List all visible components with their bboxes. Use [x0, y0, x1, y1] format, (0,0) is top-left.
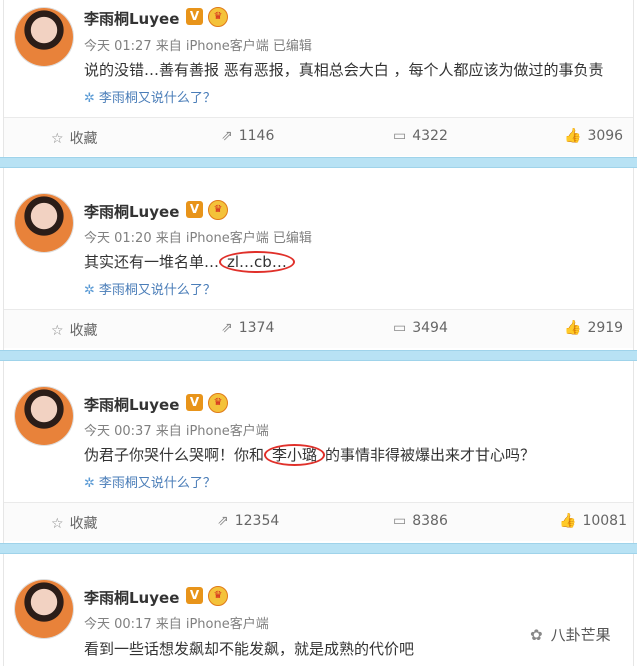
- thumbs-up-icon: 👍: [564, 320, 582, 336]
- like-button[interactable]: 👍 10081: [559, 513, 627, 529]
- post-meta: 今天 01:20 来自 iPhone客户端 已编辑: [84, 231, 312, 246]
- post-meta: 今天 00:37 来自 iPhone客户端: [84, 424, 269, 439]
- comment-button[interactable]: ▭ 8386: [393, 513, 448, 529]
- post-text-before: 看到一些话想发飙却不能发飙，就是成熟的代价吧: [84, 640, 415, 658]
- sparkle-icon: ✲: [84, 476, 95, 491]
- repost-button[interactable]: ⇗ 1374: [221, 320, 274, 336]
- comment-count: 4322: [412, 128, 448, 144]
- verified-badge-icon: V: [186, 8, 203, 25]
- comment-count: 8386: [412, 513, 448, 529]
- post-text: 其实还有一堆名单… zl…cb…: [84, 251, 295, 273]
- favorite-button[interactable]: ☆ 收藏: [51, 320, 98, 340]
- author-name[interactable]: 李雨桐Luyee: [84, 394, 179, 415]
- repost-count: 1374: [238, 320, 275, 336]
- action-bar: ☆ 收藏 ⇗ 1146 ▭ 4322 👍 3096: [4, 117, 633, 156]
- highlight-circle: 李小璐: [264, 444, 326, 466]
- more-link[interactable]: ✲ 李雨桐又说什么了？: [84, 279, 216, 298]
- post-meta: 今天 01:27 来自 iPhone客户端 已编辑: [84, 39, 312, 54]
- separator: [0, 543, 637, 554]
- watermark: ✿ 八卦芒果: [530, 624, 611, 645]
- repost-button[interactable]: ⇗ 12354: [217, 513, 279, 529]
- repost-count: 1146: [238, 128, 275, 144]
- avatar[interactable]: [15, 387, 73, 445]
- thumbs-up-icon: 👍: [559, 513, 577, 529]
- post-card: 李雨桐Luyee V ♛ 今天 01:27 来自 iPhone客户端 已编辑 说…: [3, 0, 634, 158]
- post-text-after: 的事情非得被爆出来才甘心吗？: [325, 446, 536, 464]
- highlight-circle: zl…cb…: [219, 251, 295, 273]
- more-link-label: 李雨桐又说什么了？: [98, 283, 216, 298]
- repost-button[interactable]: ⇗ 1146: [221, 128, 274, 144]
- more-link-label: 李雨桐又说什么了？: [98, 476, 216, 491]
- action-bar: ☆ 收藏 ⇗ 1374 ▭ 3494 👍 2919: [4, 309, 633, 348]
- favorite-label: 收藏: [69, 131, 98, 147]
- post-text: 伪君子你哭什么哭啊！你和 李小璐 的事情非得被爆出来才甘心吗？: [84, 444, 535, 466]
- crown-icon: ♛: [208, 393, 228, 413]
- author-name[interactable]: 李雨桐Luyee: [84, 587, 179, 608]
- avatar[interactable]: [15, 8, 73, 66]
- thumbs-up-icon: 👍: [564, 128, 582, 144]
- sparkle-icon: ✲: [84, 91, 95, 106]
- comment-button[interactable]: ▭ 4322: [393, 128, 448, 144]
- like-count: 10081: [582, 513, 627, 529]
- favorite-label: 收藏: [69, 516, 98, 532]
- star-icon: ☆: [51, 323, 64, 339]
- repost-icon: ⇗: [221, 320, 233, 336]
- watermark-text: 八卦芒果: [550, 626, 611, 644]
- verified-badge-icon: V: [186, 394, 203, 411]
- post-card: 李雨桐Luyee V ♛ 今天 00:17 来自 iPhone客户端 看到一些话…: [3, 554, 634, 666]
- post-text-before: 说的没错…善有善报 恶有恶报，真相总会大白 ，每个人都应该为做过的事负责: [84, 61, 604, 79]
- star-icon: ☆: [51, 131, 64, 147]
- post-meta: 今天 00:17 来自 iPhone客户端: [84, 617, 269, 632]
- repost-icon: ⇗: [221, 128, 233, 144]
- action-bar: ☆ 收藏 ⇗ 12354 ▭ 8386 👍 10081: [4, 502, 633, 541]
- post-text: 看到一些话想发飙却不能发飙，就是成熟的代价吧: [84, 638, 414, 659]
- crown-icon: ♛: [208, 200, 228, 220]
- comment-count: 3494: [412, 320, 448, 336]
- verified-badge-icon: V: [186, 201, 203, 218]
- like-button[interactable]: 👍 3096: [564, 128, 623, 144]
- wechat-icon: ✿: [530, 626, 543, 644]
- comment-icon: ▭: [393, 320, 407, 336]
- author-name[interactable]: 李雨桐Luyee: [84, 8, 179, 29]
- separator: [0, 350, 637, 361]
- more-link[interactable]: ✲ 李雨桐又说什么了？: [84, 87, 216, 106]
- like-button[interactable]: 👍 2919: [564, 320, 623, 336]
- repost-icon: ⇗: [217, 513, 229, 529]
- verified-badge-icon: V: [186, 587, 203, 604]
- more-link[interactable]: ✲ 李雨桐又说什么了？: [84, 472, 216, 491]
- favorite-button[interactable]: ☆ 收藏: [51, 128, 98, 148]
- post-card: 李雨桐Luyee V ♛ 今天 00:37 来自 iPhone客户端 伪君子你哭…: [3, 361, 634, 544]
- sparkle-icon: ✲: [84, 283, 95, 298]
- post-card: 李雨桐Luyee V ♛ 今天 01:20 来自 iPhone客户端 已编辑 其…: [3, 168, 634, 351]
- more-link-label: 李雨桐又说什么了？: [98, 91, 216, 106]
- avatar[interactable]: [15, 194, 73, 252]
- comment-icon: ▭: [393, 513, 407, 529]
- comment-button[interactable]: ▭ 3494: [393, 320, 448, 336]
- author-name[interactable]: 李雨桐Luyee: [84, 201, 179, 222]
- crown-icon: ♛: [208, 7, 228, 27]
- post-text: 说的没错…善有善报 恶有恶报，真相总会大白 ，每个人都应该为做过的事负责: [84, 59, 604, 80]
- favorite-label: 收藏: [69, 323, 98, 339]
- like-count: 2919: [587, 320, 624, 336]
- crown-icon: ♛: [208, 586, 228, 606]
- avatar[interactable]: [15, 580, 73, 638]
- post-text-before: 伪君子你哭什么哭啊！你和: [84, 446, 265, 464]
- repost-count: 12354: [234, 513, 280, 529]
- star-icon: ☆: [51, 516, 64, 532]
- weibo-feed: 李雨桐Luyee V ♛ 今天 01:27 来自 iPhone客户端 已编辑 说…: [0, 0, 637, 666]
- comment-icon: ▭: [393, 128, 407, 144]
- separator: [0, 157, 637, 168]
- post-text-before: 其实还有一堆名单…: [84, 253, 220, 271]
- like-count: 3096: [587, 128, 624, 144]
- favorite-button[interactable]: ☆ 收藏: [51, 513, 98, 533]
